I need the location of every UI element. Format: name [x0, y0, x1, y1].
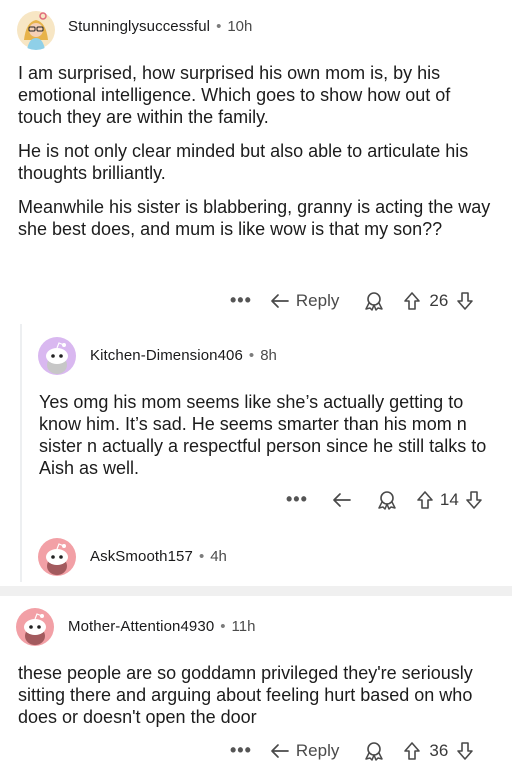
username[interactable]: Mother-Attention4930 [68, 618, 214, 635]
comment-paragraph: Meanwhile his sister is blabbering, gran… [18, 197, 491, 239]
meta-separator: • [248, 347, 255, 364]
downvote-arrow-icon [457, 291, 474, 310]
more-options-button[interactable]: ••• [286, 489, 308, 510]
snoo-avatar-icon [24, 613, 46, 645]
comment-separator [0, 586, 512, 596]
award-button[interactable] [363, 741, 385, 761]
username[interactable]: Kitchen-Dimension406 [90, 347, 243, 364]
downvote-button[interactable] [456, 291, 474, 311]
meta-separator: • [220, 618, 226, 635]
snoo-avatar-icon [46, 342, 68, 374]
vote-count: 36 [429, 740, 449, 760]
reply-button[interactable]: Reply [270, 741, 339, 761]
comment-meta: Mother-Attention4930 • 11h [68, 618, 255, 635]
user-avatar[interactable] [16, 10, 56, 50]
upvote-arrow-icon [404, 291, 421, 310]
username[interactable]: Stunninglysuccessful [68, 18, 210, 35]
timestamp: 11h [231, 618, 256, 635]
comment-1: Stunninglysuccessful • 10h I am surprise… [0, 0, 512, 320]
timestamp: 8h [260, 347, 277, 364]
comment-actions: ••• 14 [286, 489, 483, 510]
timestamp: 10h [227, 18, 253, 35]
avatar-illustration-icon [17, 11, 55, 50]
comment-3[interactable]: AskSmooth157 • 4h [0, 530, 512, 582]
comment-body: Yes omg his mom seems like she’s actuall… [39, 391, 499, 491]
comment-paragraph: I am surprised, how surprised his own mo… [18, 63, 451, 127]
downvote-button[interactable] [465, 490, 483, 510]
upvote-arrow-icon [417, 490, 433, 509]
comment-body: I am surprised, how surprised his own mo… [18, 62, 498, 252]
comment-body: these people are so goddamn privileged t… [18, 662, 502, 740]
reply-button[interactable] [332, 491, 352, 509]
meta-separator: • [198, 548, 205, 565]
comment-paragraph: these people are so goddamn privileged t… [18, 663, 473, 727]
reply-arrow-icon [271, 743, 289, 758]
comment-paragraph: Yes omg his mom seems like she’s actuall… [39, 392, 487, 478]
award-icon [378, 490, 396, 510]
comment-meta: AskSmooth157 • 4h [90, 548, 227, 565]
award-icon [365, 291, 384, 311]
upvote-button[interactable] [416, 490, 434, 510]
reply-button[interactable]: Reply [270, 291, 339, 311]
award-button[interactable] [376, 490, 398, 510]
user-avatar[interactable] [38, 337, 76, 375]
reply-arrow-icon [271, 293, 289, 308]
user-avatar[interactable] [16, 608, 54, 646]
username[interactable]: AskSmooth157 [90, 548, 193, 565]
comment-actions: ••• Reply 36 [230, 740, 474, 761]
vote-count: 14 [439, 489, 459, 509]
downvote-arrow-icon [457, 741, 474, 760]
snoo-avatar-icon [46, 543, 68, 575]
user-avatar[interactable] [38, 538, 76, 576]
comment-meta: Stunninglysuccessful • 10h [68, 18, 252, 35]
downvote-button[interactable] [456, 741, 474, 761]
vote-count: 26 [429, 290, 449, 310]
meta-separator: • [216, 18, 222, 35]
comment-meta: Kitchen-Dimension406 • 8h [90, 347, 277, 364]
timestamp: 4h [210, 548, 227, 565]
upvote-button[interactable] [403, 741, 421, 761]
comment-2: Kitchen-Dimension406 • 8h Yes omg his mo… [0, 325, 512, 525]
downvote-arrow-icon [466, 490, 482, 509]
reply-label: Reply [295, 740, 340, 760]
upvote-arrow-icon [404, 741, 421, 760]
award-button[interactable] [363, 291, 385, 311]
comment-4: Mother-Attention4930 • 11h these people … [0, 596, 512, 766]
more-options-button[interactable]: ••• [230, 290, 252, 311]
comment-paragraph: He is not only clear minded but also abl… [18, 141, 469, 183]
comment-actions: ••• Reply 26 [230, 290, 474, 311]
more-options-button[interactable]: ••• [230, 740, 252, 761]
reply-arrow-icon [333, 492, 351, 507]
upvote-button[interactable] [403, 291, 421, 311]
reply-label: Reply [295, 290, 340, 310]
award-icon [365, 741, 384, 761]
